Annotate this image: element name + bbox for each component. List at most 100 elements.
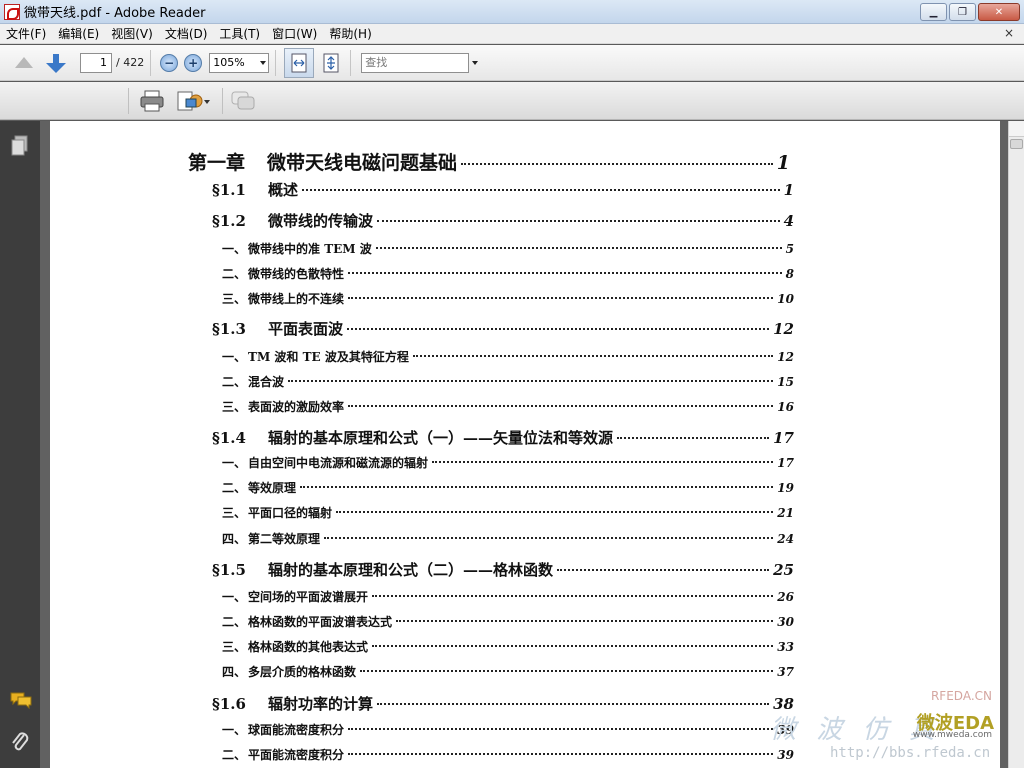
toc-entry-number: 二、	[222, 748, 247, 762]
toc-entry-label: 概述	[267, 181, 298, 199]
toc-entry-label: 辐射的基本原理和公式（一）——矢量位法和等效源	[267, 429, 613, 447]
menu-window[interactable]: 窗口(W)	[266, 24, 323, 44]
toc-entry-number: 第一章	[188, 152, 246, 174]
toc-section-entry: §1.4 辐射的基本原理和公式（一）——矢量位法和等效源 17	[212, 427, 794, 448]
toc-subsection-entry: 三、 平面口径的辐射 21	[222, 504, 794, 521]
toc-entry-label: 平面能流密度积分	[248, 748, 345, 762]
toc-subsection-entry: 四、 第二等效原理 24	[222, 530, 794, 547]
toc-chapter-entry: 第一章 微带天线电磁问题基础 1	[188, 148, 790, 175]
toc-leader-dots	[396, 620, 774, 622]
toc-entry-label: 球面能流密度积分	[248, 723, 345, 737]
toc-entry-number: 一、	[222, 456, 247, 470]
toc-entry-label: 微带线的传输波	[267, 212, 373, 230]
toc-entry-label: 多层介质的格林函数	[248, 665, 357, 679]
pages-icon[interactable]	[10, 135, 30, 156]
previous-page-icon[interactable]	[12, 51, 36, 75]
toc-subsection-entry: 二、 平面能流密度积分 39	[222, 746, 794, 763]
toc-subsection-entry: 三、 格林函数的其他表达式 33	[222, 638, 794, 655]
toc-entry-number: 二、	[222, 615, 247, 629]
next-page-icon[interactable]	[44, 51, 68, 75]
find-input[interactable]: 查找	[361, 52, 479, 73]
toc-entry-label: 表面波的激励效率	[248, 400, 345, 414]
minimize-button[interactable]: ▁	[920, 3, 947, 21]
toc-entry-page: 12	[777, 350, 794, 364]
toc-subsection-entry: 二、 微带线的色散特性 8	[222, 265, 794, 282]
toc-entry-page: 17	[773, 429, 794, 447]
toc-entry-page: 8	[785, 267, 794, 281]
share-file-icon[interactable]	[176, 90, 210, 115]
title-bar: 微带天线.pdf - Adobe Reader ▁ ❐ ✕	[0, 0, 1024, 24]
toc-entry-page: 1	[783, 181, 794, 199]
toc-subsection-entry: 二、 混合波 15	[222, 373, 794, 390]
toc-entry-page: 30	[777, 615, 794, 629]
toc-leader-dots	[348, 753, 774, 755]
toc-subsection-entry: 四、 多层介质的格林函数 37	[222, 663, 794, 680]
toc-entry-page: 25	[773, 561, 794, 579]
menu-view[interactable]: 视图(V)	[105, 24, 159, 44]
toc-entry-page: 19	[777, 481, 794, 495]
zoom-in-icon[interactable]: +	[184, 53, 203, 72]
toc-entry-page: 33	[777, 640, 794, 654]
toc-section-entry: §1.1 概述 1	[212, 179, 794, 200]
fit-width-icon[interactable]	[284, 47, 315, 78]
menu-tools[interactable]: 工具(T)	[213, 24, 266, 44]
maximize-button[interactable]: ❐	[949, 3, 976, 21]
menu-file[interactable]: 文件(F)	[0, 24, 52, 44]
toc-leader-dots	[348, 272, 782, 274]
toc-entry-page: 15	[777, 375, 794, 389]
menu-help[interactable]: 帮助(H)	[323, 24, 377, 44]
close-button[interactable]: ✕	[978, 3, 1020, 21]
chevron-down-icon[interactable]	[472, 60, 479, 65]
scrollbar-thumb[interactable]	[1010, 139, 1023, 149]
zoom-level-select[interactable]: 105%	[209, 52, 270, 73]
toc-entry-number: 一、	[222, 590, 247, 604]
toc-entry-label: 微带天线电磁问题基础	[267, 152, 458, 174]
comments-icon[interactable]	[10, 691, 32, 711]
toc-leader-dots	[375, 247, 782, 249]
toc-entry-number: 二、	[222, 481, 247, 495]
toc-entry-label: 辐射功率的计算	[267, 695, 373, 713]
menu-document[interactable]: 文档(D)	[159, 24, 214, 44]
document-close-icon[interactable]: ×	[1004, 26, 1014, 40]
attachments-icon[interactable]	[10, 731, 30, 751]
scroll-up-icon[interactable]	[1009, 121, 1024, 137]
fit-page-icon[interactable]	[318, 50, 344, 76]
print-icon[interactable]	[140, 90, 164, 115]
page-total: / 422	[116, 56, 145, 69]
toc-entry-page: 16	[777, 400, 794, 414]
toc-subsection-entry: 一、 球面能流密度积分 39	[222, 721, 794, 738]
comment-icon[interactable]	[230, 90, 256, 115]
toc-entry-label: 格林函数的平面波谱表达式	[248, 615, 393, 629]
toc-leader-dots	[324, 537, 774, 539]
toc-entry-page: 21	[777, 506, 794, 520]
toc-entry-number: 一、	[222, 350, 247, 364]
vertical-scrollbar[interactable]	[1008, 121, 1024, 768]
toc-leader-dots	[346, 328, 770, 330]
zoom-level-value: 105%	[213, 56, 245, 69]
toc-subsection-entry: 一、 TM 波和 TE 波及其特征方程 12	[222, 348, 794, 365]
toc-entry-label: 第二等效原理	[248, 532, 321, 546]
page-number-input[interactable]: 1	[80, 52, 112, 73]
document-view[interactable]: 第一章 微带天线电磁问题基础 1 §1.1 概述 1 §1.2 微带线的传输波 4 一、 微带线中的…	[40, 121, 1008, 768]
toc-entry-label: 微带线的色散特性	[248, 267, 345, 281]
toc-entry-page: 4	[783, 212, 794, 230]
toc-subsection-entry: 一、 微带线中的准 TEM 波 5	[222, 240, 794, 257]
watermark-site-label: RFEDA.CN	[930, 689, 992, 703]
watermark-chinese-text: 微 波 仿 真	[770, 715, 941, 745]
toc-leader-dots	[376, 703, 770, 705]
toolbar-separator	[275, 49, 277, 76]
menu-edit[interactable]: 编辑(E)	[52, 24, 105, 44]
zoom-out-icon[interactable]: −	[160, 53, 179, 72]
toc-entry-page: 17	[777, 456, 794, 470]
toc-section-entry: §1.5 辐射的基本原理和公式（二）——格林函数 25	[212, 559, 794, 580]
toc-entry-number: 三、	[222, 506, 247, 520]
toc-entry-label: 空间场的平面波谱展开	[248, 590, 369, 604]
toc-entry-label: 自由空间中电流源和磁流源的辐射	[248, 456, 429, 470]
chevron-down-icon	[260, 60, 267, 65]
toc-leader-dots	[360, 670, 774, 672]
toc-entry-label: 微带线中的准 TEM 波	[248, 242, 372, 256]
toc-leader-dots	[376, 220, 780, 222]
toc-entry-number: §1.3	[212, 320, 246, 338]
toc-entry-label: TM 波和 TE 波及其特征方程	[248, 350, 409, 364]
toc-entry-number: 三、	[222, 400, 247, 414]
